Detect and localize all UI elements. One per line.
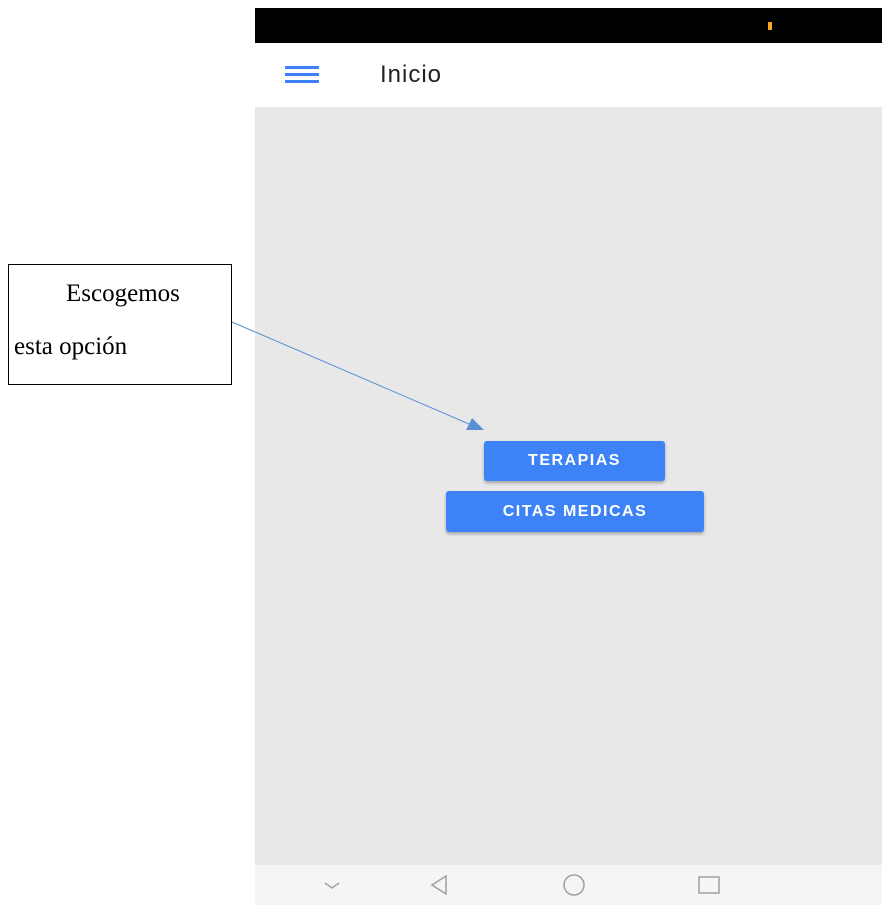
status-indicator (768, 22, 772, 30)
main-content: TERAPIAS CITAS MEDICAS (255, 107, 882, 865)
hamburger-menu-icon[interactable] (285, 66, 319, 84)
app-bar: Inicio (255, 43, 882, 107)
phone-screen: Inicio TERAPIAS CITAS MEDICAS (255, 8, 882, 905)
annotation-callout: Escogemos esta opción (8, 264, 232, 385)
system-nav-bar (255, 865, 882, 905)
annotation-line-1: Escogemos (66, 280, 180, 307)
annotation-line-2: esta opción (14, 333, 128, 360)
page-title: Inicio (380, 61, 443, 88)
home-circle-icon[interactable] (559, 873, 589, 897)
recents-square-icon[interactable] (694, 873, 724, 897)
terapias-button[interactable]: TERAPIAS (484, 441, 665, 481)
back-triangle-icon[interactable] (425, 873, 455, 897)
citas-medicas-button[interactable]: CITAS MEDICAS (446, 491, 704, 532)
chevron-down-icon[interactable] (317, 873, 347, 897)
status-bar (255, 8, 882, 43)
